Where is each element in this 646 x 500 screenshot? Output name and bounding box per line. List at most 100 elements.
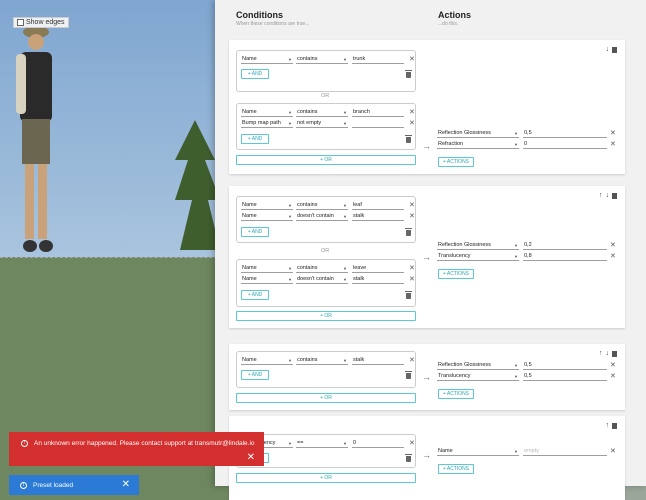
error-toast: ! An unknown error happened. Please cont…	[9, 432, 264, 466]
value-input[interactable]: leaf	[352, 202, 404, 210]
action-row: Translucency ▼ 0,5 ✕	[437, 373, 617, 382]
close-icon[interactable]: ✕	[409, 213, 415, 221]
add-and-button[interactable]: + AND	[241, 69, 269, 79]
close-icon[interactable]: ✕	[610, 373, 616, 381]
trash-icon[interactable]	[405, 371, 412, 379]
arrow-up-icon[interactable]: ↑	[599, 350, 603, 357]
action-value-input[interactable]: 0,2	[523, 242, 607, 250]
operator-select[interactable]: contains ▼	[296, 357, 348, 365]
value-input[interactable]: branch	[352, 109, 404, 117]
trash-icon[interactable]	[612, 423, 617, 429]
trash-icon[interactable]	[612, 47, 617, 53]
checkbox-icon[interactable]	[17, 19, 24, 26]
add-and-button[interactable]: + AND	[241, 134, 269, 144]
arrow-right-icon: →	[422, 141, 431, 151]
property-select[interactable]: Translucency ▼	[437, 373, 519, 381]
arrow-down-icon[interactable]: ↓	[606, 46, 610, 53]
arrow-down-icon[interactable]: ↓	[606, 192, 610, 199]
chevron-down-icon: ▼	[343, 266, 347, 271]
close-icon[interactable]: ✕	[610, 362, 616, 370]
value-input[interactable]: leave	[352, 265, 404, 273]
operator-select[interactable]: contains ▼	[296, 56, 348, 64]
operator-select[interactable]: doesn't contain ▼	[296, 213, 348, 221]
value-input-text: stalk	[353, 357, 365, 363]
property-select[interactable]: Name ▼	[437, 448, 519, 456]
action-value-input[interactable]: 0,5	[523, 362, 607, 370]
add-actions-button[interactable]: + ACTIONS	[438, 389, 474, 399]
close-icon[interactable]: ✕	[409, 440, 415, 448]
add-and-button[interactable]: + AND	[241, 227, 269, 237]
action-value-input[interactable]: 0	[523, 141, 607, 149]
close-icon[interactable]: ✕	[610, 130, 616, 138]
value-input-text: branch	[353, 109, 370, 115]
trash-icon[interactable]	[612, 351, 617, 357]
close-icon[interactable]: ✕	[610, 448, 616, 456]
close-icon[interactable]: ✕	[409, 276, 415, 284]
trash-icon[interactable]	[612, 193, 617, 199]
trash-icon[interactable]	[405, 135, 412, 143]
trash-icon[interactable]	[405, 228, 412, 236]
value-input[interactable]: stalk	[352, 213, 404, 221]
property-select[interactable]: Reflection Glossiness ▼	[437, 130, 519, 138]
trash-icon[interactable]	[405, 291, 412, 299]
action-value-input[interactable]: 0,5	[523, 130, 607, 138]
operator-select[interactable]: contains ▼	[296, 202, 348, 210]
property-select[interactable]: Reflection Glossiness ▼	[437, 242, 519, 250]
show-edges-toggle[interactable]: Show edges	[13, 17, 69, 28]
operator-select[interactable]: not empty ▼	[296, 120, 348, 128]
action-value-input[interactable]: 0,5	[523, 373, 607, 381]
value-input[interactable]: stalk	[352, 276, 404, 284]
operator-select[interactable]: contains ▼	[296, 109, 348, 117]
value-input[interactable]: trunk	[352, 56, 404, 64]
chevron-down-icon: ▼	[288, 266, 292, 271]
add-actions-button[interactable]: + ACTIONS	[438, 464, 474, 474]
close-icon[interactable]: ✕	[610, 242, 616, 250]
close-icon[interactable]: ✕	[409, 357, 415, 365]
value-input[interactable]	[352, 120, 404, 128]
add-and-button[interactable]: + AND	[241, 290, 269, 300]
add-or-button[interactable]: + OR	[236, 155, 416, 165]
property-select[interactable]: Translucency ▼	[437, 253, 519, 261]
operator-select[interactable]: contains ▼	[296, 265, 348, 273]
field-select[interactable]: Name ▼	[241, 56, 293, 64]
close-icon[interactable]: ✕	[409, 265, 415, 273]
arrow-up-icon[interactable]: ↑	[599, 192, 603, 199]
field-select[interactable]: Name ▼	[241, 265, 293, 273]
action-value-input[interactable]: empty	[523, 448, 607, 456]
field-select[interactable]: Name ▼	[241, 202, 293, 210]
property-select[interactable]: Reflection Glossiness ▼	[437, 362, 519, 370]
chevron-down-icon: ▼	[288, 121, 292, 126]
close-icon[interactable]: ✕	[409, 120, 415, 128]
add-actions-button[interactable]: + ACTIONS	[438, 269, 474, 279]
add-and-button[interactable]: + AND	[241, 370, 269, 380]
close-icon[interactable]: ✕	[122, 479, 130, 490]
close-icon[interactable]: ✕	[409, 56, 415, 64]
operator-select[interactable]: == ▼	[296, 440, 348, 448]
add-or-button[interactable]: + OR	[236, 311, 416, 321]
field-select[interactable]: Name ▼	[241, 213, 293, 221]
add-or-button[interactable]: + OR	[236, 473, 416, 483]
property-select[interactable]: Refraction ▼	[437, 141, 519, 149]
field-select[interactable]: Name ▼	[241, 109, 293, 117]
field-select-text: Name	[242, 213, 257, 219]
close-icon[interactable]: ✕	[409, 202, 415, 210]
arrow-down-icon[interactable]: ↓	[606, 350, 610, 357]
trash-icon[interactable]	[405, 454, 412, 462]
add-or-button[interactable]: + OR	[236, 393, 416, 403]
conditions-title: Conditions	[236, 10, 283, 20]
close-icon[interactable]: ✕	[610, 141, 616, 149]
field-select[interactable]: Name ▼	[241, 276, 293, 284]
field-select[interactable]: Bump map path ▼	[241, 120, 293, 128]
field-select[interactable]: Name ▼	[241, 357, 293, 365]
arrow-up-icon[interactable]: ↑	[606, 422, 610, 429]
close-icon[interactable]: ✕	[247, 452, 255, 463]
close-icon[interactable]: ✕	[610, 253, 616, 261]
value-input[interactable]: 0	[352, 440, 404, 448]
operator-select[interactable]: doesn't contain ▼	[296, 276, 348, 284]
actions-subtitle: ...do this.	[438, 21, 459, 27]
trash-icon[interactable]	[405, 70, 412, 78]
action-value-input[interactable]: 0,8	[523, 253, 607, 261]
close-icon[interactable]: ✕	[409, 109, 415, 117]
value-input[interactable]: stalk	[352, 357, 404, 365]
add-actions-button[interactable]: + ACTIONS	[438, 157, 474, 167]
